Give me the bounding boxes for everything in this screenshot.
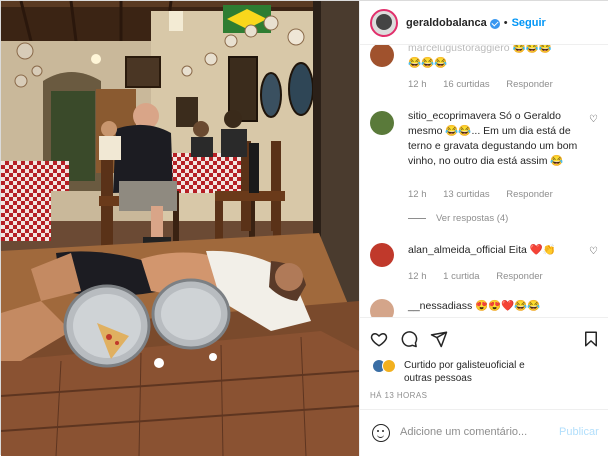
separator-dot: • — [503, 16, 508, 29]
liked-avatar[interactable] — [382, 359, 396, 373]
liked-suffix: e — [519, 360, 525, 371]
replies-line — [408, 217, 426, 219]
comment-time: 12 h — [408, 271, 427, 282]
comment-avatar[interactable] — [370, 299, 394, 317]
comment-meta: 12 h 1 curtida Responder — [408, 271, 557, 282]
comment-username[interactable]: sitio_ecoprimavera — [408, 110, 496, 122]
restaurant-photo-illustration — [1, 1, 359, 456]
comment-text: sitio_ecoprimavera Só o Geraldo mesmo 😂😂… — [408, 109, 588, 169]
liked-prefix: Curtido por — [404, 360, 454, 371]
comment-time: 12 h — [408, 79, 427, 90]
post-actions-bar — [360, 317, 608, 357]
comment-likes[interactable]: 16 curtidas — [443, 79, 489, 90]
comments-list[interactable]: marcelugustoraggiero 😂😂😂 😂😂😂 12 h 16 cur… — [360, 45, 608, 317]
comment-text: __nessadiass 😍😍❤️😂😂 — [408, 299, 588, 314]
post-side-panel: geraldobalanca • Seguir marcelugustoragg… — [359, 1, 608, 456]
instagram-post-window: geraldobalanca • Seguir marcelugustoragg… — [0, 0, 608, 456]
post-header: geraldobalanca • Seguir — [360, 1, 608, 45]
comment-content: Eita ❤️👏 — [508, 244, 556, 256]
liked-by-summary: Curtido por galisteuoficial e outras pes… — [370, 359, 600, 387]
comment-content: 😍😍❤️😂😂 — [475, 300, 541, 312]
follow-button[interactable]: Seguir — [512, 17, 546, 29]
comment-text: alan_almeida_official Eita ❤️👏 — [408, 243, 588, 258]
comment-username[interactable]: __nessadiass — [408, 300, 472, 312]
comment-meta: 12 h 13 curtidas Responder — [408, 189, 567, 200]
publish-button[interactable]: Publicar — [559, 426, 599, 438]
comment-likes[interactable]: 1 curtida — [443, 271, 479, 282]
view-replies-button[interactable]: Ver respostas (4) — [408, 213, 508, 224]
comment-username[interactable]: alan_almeida_official — [408, 244, 506, 256]
verified-badge-icon — [489, 18, 500, 29]
liked-others[interactable]: outras pessoas — [404, 373, 472, 384]
comment-avatar[interactable] — [370, 111, 394, 135]
liked-user[interactable]: galisteuoficial — [456, 360, 516, 371]
emoji-icon[interactable] — [372, 424, 390, 442]
comment-icon[interactable] — [400, 330, 418, 348]
comment-username[interactable]: marcelugustoraggiero — [408, 45, 510, 54]
post-photo[interactable] — [1, 1, 359, 456]
comment-reply-button[interactable]: Responder — [506, 189, 552, 200]
add-comment-bar: Adicione um comentário... Publicar — [360, 409, 608, 456]
comment-like-heart-icon[interactable]: ♡ — [589, 115, 598, 125]
comment-input[interactable]: Adicione um comentário... — [400, 426, 527, 438]
comment-text: marcelugustoraggiero 😂😂😂 😂😂😂 — [408, 45, 588, 71]
heart-icon[interactable] — [370, 330, 388, 348]
comment-time: 12 h — [408, 189, 427, 200]
comment-likes[interactable]: 13 curtidas — [443, 189, 489, 200]
share-icon[interactable] — [430, 330, 448, 348]
comment-emoji-tail: 😂😂😂 — [512, 45, 552, 54]
author-avatar[interactable] — [370, 8, 398, 37]
author-username[interactable]: geraldobalanca — [406, 17, 487, 29]
comment-avatar[interactable] — [370, 45, 394, 67]
comment-reply-button[interactable]: Responder — [506, 79, 552, 90]
comment-avatar[interactable] — [370, 243, 394, 267]
bookmark-icon[interactable] — [582, 330, 600, 348]
comment-meta: 12 h 16 curtidas Responder — [408, 79, 567, 90]
comment-like-heart-icon[interactable]: ♡ — [589, 247, 598, 257]
post-timestamp[interactable]: HÁ 13 HORAS — [370, 391, 427, 400]
view-replies-label: Ver respostas (4) — [436, 213, 509, 224]
liked-by-text: Curtido por galisteuoficial e outras pes… — [404, 359, 594, 385]
comment-reply-button[interactable]: Responder — [496, 271, 542, 282]
liked-by-avatars — [372, 359, 402, 375]
comment-content: 😂😂😂 — [408, 57, 448, 69]
